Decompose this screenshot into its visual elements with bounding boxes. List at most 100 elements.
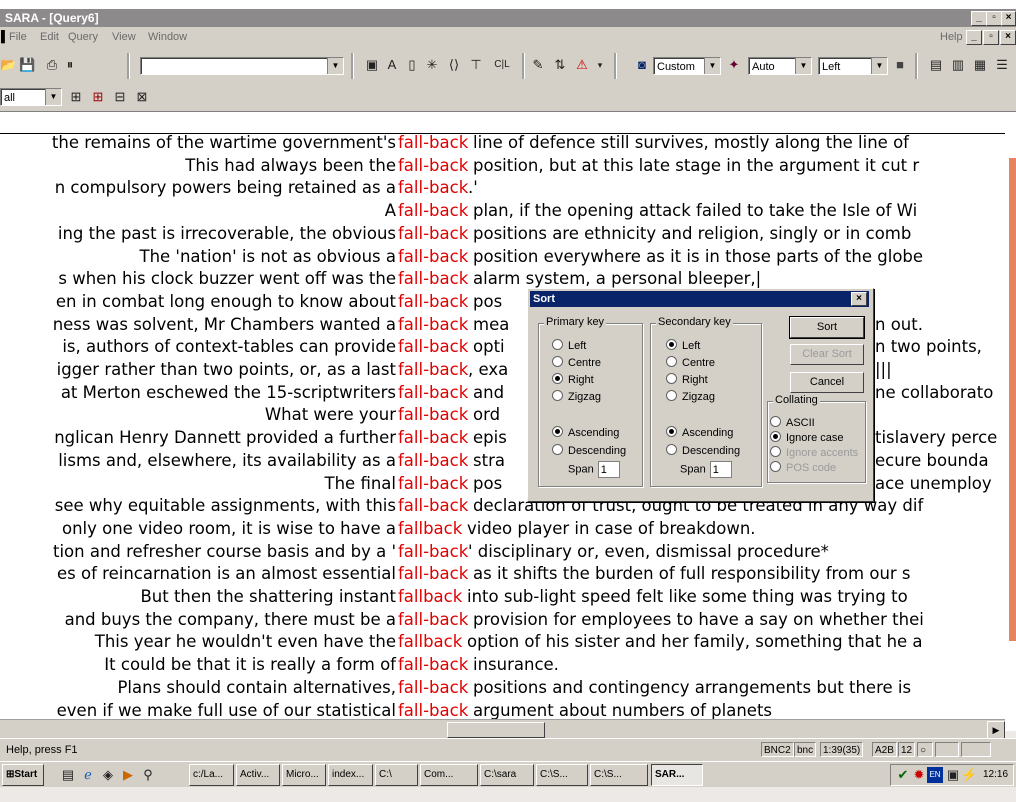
task-button[interactable]: c:/La... <box>189 764 234 786</box>
task-button[interactable]: index... <box>328 764 373 786</box>
language-indicator[interactable]: EN <box>927 767 943 783</box>
primary-order-ascending[interactable]: Ascending <box>552 426 619 439</box>
ie-icon[interactable]: ℯ <box>80 767 96 783</box>
layout4-icon[interactable]: ☰ <box>994 57 1010 73</box>
chevron-down-icon[interactable]: ▼ <box>704 58 720 74</box>
mdi-close-button[interactable]: × <box>1000 30 1016 45</box>
task-button[interactable]: Activ... <box>236 764 280 786</box>
task-button[interactable]: C:\sara <box>480 764 534 786</box>
restore-button[interactable]: ▫ <box>986 11 1002 26</box>
explorer-icon[interactable]: ◈ <box>100 767 116 783</box>
sgml-query-icon[interactable]: ⟨⟩ <box>446 57 462 73</box>
task-button[interactable]: Micro... <box>282 764 326 786</box>
dialog-close-button[interactable]: × <box>851 292 867 306</box>
task-button[interactable]: C:\S... <box>590 764 648 786</box>
layout1-icon[interactable]: ▤ <box>928 57 944 73</box>
primary-key-zigzag[interactable]: Zigzag <box>552 390 601 403</box>
edit-query-icon[interactable]: ✎ <box>530 57 546 73</box>
layout3-icon[interactable]: ▦ <box>972 57 988 73</box>
sort-button[interactable]: Sort <box>789 316 865 339</box>
chevron-down-icon[interactable]: ▼ <box>795 58 811 74</box>
primary-key-centre[interactable]: Centre <box>552 356 601 369</box>
pattern-query-icon[interactable]: ✳ <box>424 57 440 73</box>
horizontal-scrollbar[interactable]: ▶ <box>0 719 1005 739</box>
secondary-key-left[interactable]: Left <box>666 339 700 352</box>
color-icon[interactable]: ■ <box>892 57 908 73</box>
clear-sort-button[interactable]: Clear Sort <box>790 344 864 365</box>
concordance-line[interactable]: only one video room, it is wise to have … <box>0 518 1005 540</box>
secondary-key-right[interactable]: Right <box>666 373 708 386</box>
concordance-line[interactable]: Plans should contain alternatives, fall-b… <box>0 677 1005 699</box>
open-icon[interactable]: 📂 <box>0 57 16 73</box>
desktop-icon[interactable]: ▤ <box>60 767 76 783</box>
menu-window[interactable]: Window <box>148 31 187 43</box>
tray-security-icon[interactable]: ✹ <box>911 767 927 783</box>
primary-span-input[interactable]: 1 <box>597 461 620 478</box>
secondary-key-centre[interactable]: Centre <box>666 356 715 369</box>
tray-monitor-icon[interactable]: ▣ <box>945 767 961 783</box>
close-button[interactable]: × <box>1001 11 1016 26</box>
primary-order-descending[interactable]: Descending <box>552 444 626 457</box>
tray-app-icon[interactable]: ✔ <box>895 767 911 783</box>
menu-edit[interactable]: Edit <box>40 31 59 43</box>
concordance-line[interactable]: and buys the company, there must be a fal… <box>0 609 1005 631</box>
minimize-button[interactable]: _ <box>971 11 987 26</box>
new-query-icon[interactable]: ▣ <box>364 57 380 73</box>
chevron-down-icon[interactable]: ▼ <box>871 58 887 74</box>
secondary-order-descending[interactable]: Descending <box>666 444 740 457</box>
concordance-line[interactable]: The 'nation' is not as obvious a fall-bac… <box>0 246 1005 268</box>
tray-network-icon[interactable]: ⚡ <box>961 767 977 783</box>
display-mode-icon[interactable]: ◙ <box>634 57 650 73</box>
concordance-line[interactable]: This year he wouldn't even have the fallb… <box>0 631 1005 653</box>
concordance-line[interactable]: the remains of the wartime government's f… <box>0 132 1005 154</box>
style-combo[interactable]: Custom ▼ <box>653 57 721 75</box>
pause-icon[interactable]: ⏸ <box>62 57 78 73</box>
start-button[interactable]: ⊞Start <box>2 764 44 786</box>
layout2-icon[interactable]: ▥ <box>950 57 966 73</box>
scroll-right-icon[interactable]: ▶ <box>987 721 1005 739</box>
span-down-icon[interactable]: ⊟ <box>112 89 128 105</box>
secondary-span-input[interactable]: 1 <box>709 461 732 478</box>
concordance-line[interactable]: s when his clock buzzer went off was the… <box>0 268 1005 290</box>
span-red-icon[interactable]: ⊞ <box>90 89 106 105</box>
scope-combo[interactable]: all ▼ <box>0 88 62 106</box>
sort-icon[interactable]: ⇅ <box>552 57 568 73</box>
concordance-line[interactable]: ing the past is irrecoverable, the obvio… <box>0 223 1005 245</box>
width-combo[interactable]: Auto ▼ <box>748 57 812 75</box>
secondary-order-ascending[interactable]: Ascending <box>666 426 733 439</box>
concordance-line[interactable]: es of reincarnation is an almost essenti… <box>0 563 1005 585</box>
chevron-down-icon[interactable]: ▼ <box>327 58 343 74</box>
vertical-scrollbar[interactable] <box>1009 158 1016 641</box>
network-icon[interactable]: ⚲ <box>140 767 156 783</box>
task-button[interactable]: C:\ <box>375 764 418 786</box>
concordance-line[interactable]: Afall-back plan, if the opening attack fa… <box>0 200 1005 222</box>
menu-view[interactable]: View <box>112 31 136 43</box>
task-button[interactable]: Com... <box>420 764 478 786</box>
media-icon[interactable]: ▶ <box>120 767 136 783</box>
chevron-down-icon[interactable]: ▾ <box>592 57 608 73</box>
phrase-query-icon[interactable]: ▯ <box>404 57 420 73</box>
concordance-line[interactable]: This had always been the fall-back positio… <box>0 155 1005 177</box>
primary-key-right[interactable]: Right <box>552 373 594 386</box>
cql-query-icon[interactable]: C|L <box>490 57 514 73</box>
menu-query[interactable]: Query <box>68 31 98 43</box>
concordance-line[interactable]: n compulsory powers being retained as af… <box>0 177 1005 199</box>
span-icon[interactable]: ⊞ <box>68 89 84 105</box>
print-icon[interactable]: ⎙ <box>44 57 60 73</box>
task-button[interactable]: SAR... <box>651 764 703 786</box>
word-query-icon[interactable]: A <box>384 57 400 73</box>
addressee-query-icon[interactable]: ⊤ <box>468 57 484 73</box>
mdi-minimize-button[interactable]: _ <box>966 30 982 45</box>
scroll-thumb[interactable] <box>447 722 545 738</box>
cancel-button[interactable]: Cancel <box>790 372 864 393</box>
secondary-key-zigzag[interactable]: Zigzag <box>666 390 715 403</box>
mdi-restore-button[interactable]: ▫ <box>983 30 999 45</box>
warning-icon[interactable]: ⚠ <box>574 57 590 73</box>
concordance-line[interactable]: It could be that it is really a form of f… <box>0 654 1005 676</box>
menu-file[interactable]: File <box>9 31 27 43</box>
primary-key-left[interactable]: Left <box>552 339 586 352</box>
align-combo[interactable]: Left ▼ <box>818 57 888 75</box>
save-icon[interactable]: 💾 <box>19 57 35 73</box>
concordance-line[interactable]: tion and refresher course basis and by a… <box>0 541 1005 563</box>
task-button[interactable]: C:\S... <box>536 764 588 786</box>
